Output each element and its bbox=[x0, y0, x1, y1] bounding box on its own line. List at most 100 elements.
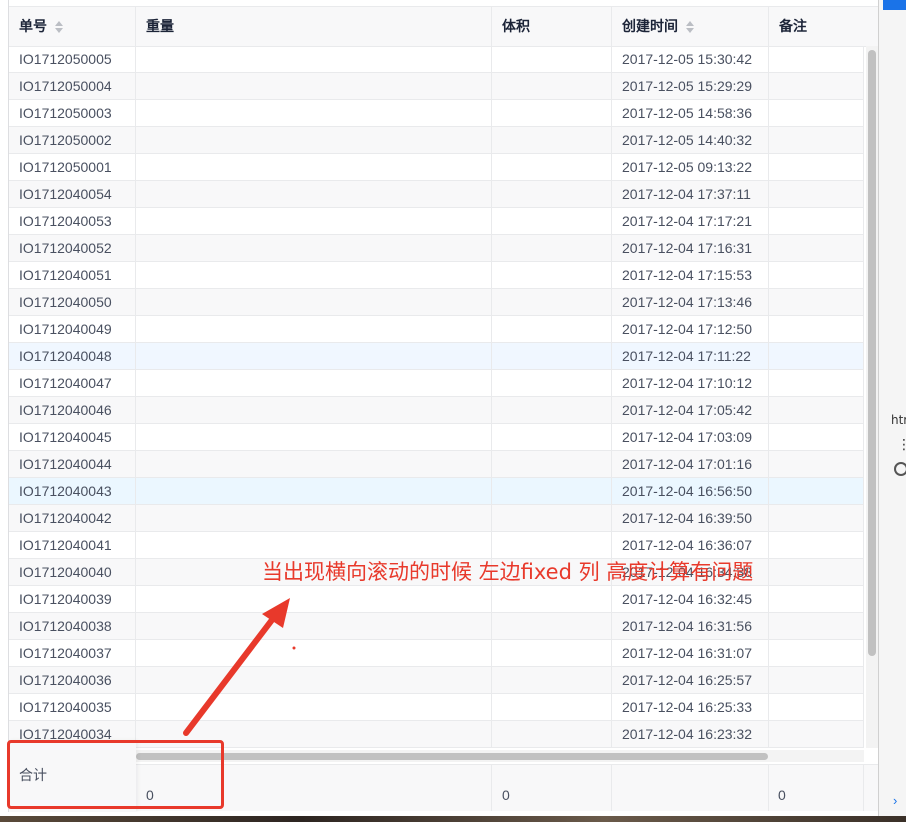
vertical-scrollbar[interactable] bbox=[866, 46, 878, 748]
cell-created-time: 2017-12-05 15:29:29 bbox=[612, 73, 769, 99]
cell-id: IO1712040049 bbox=[9, 316, 136, 342]
cell-volume bbox=[492, 73, 612, 99]
cell-remark bbox=[769, 127, 864, 153]
table-row[interactable]: IO1712050003 2017-12-05 14:58:36 bbox=[9, 100, 864, 127]
devtools-tab-label[interactable]: htr bbox=[891, 413, 906, 427]
table-row[interactable]: IO1712040044 2017-12-04 17:01:16 bbox=[9, 451, 864, 478]
cell-weight bbox=[136, 343, 492, 369]
table-row[interactable]: IO1712040046 2017-12-04 17:05:42 bbox=[9, 397, 864, 424]
horizontal-scrollbar[interactable] bbox=[136, 750, 864, 762]
table-row[interactable]: IO1712040041 2017-12-04 16:36:07 bbox=[9, 532, 864, 559]
column-header-created-time[interactable]: 创建时间 bbox=[612, 7, 769, 46]
desktop-background-strip bbox=[0, 816, 906, 822]
cell-volume bbox=[492, 46, 612, 72]
table-row[interactable]: IO1712040038 2017-12-04 16:31:56 bbox=[9, 613, 864, 640]
column-header-volume: 体积 bbox=[492, 7, 612, 46]
cell-remark bbox=[769, 46, 864, 72]
cell-remark bbox=[769, 100, 864, 126]
table-row[interactable]: IO1712040054 2017-12-04 17:37:11 bbox=[9, 181, 864, 208]
cell-weight bbox=[136, 532, 492, 558]
column-header-id[interactable]: 单号 bbox=[9, 7, 136, 46]
cell-volume bbox=[492, 478, 612, 504]
cell-weight bbox=[136, 46, 492, 72]
block-icon[interactable] bbox=[894, 462, 906, 476]
summary-cell bbox=[492, 765, 612, 811]
cell-volume bbox=[492, 154, 612, 180]
cell-volume bbox=[492, 586, 612, 612]
table-row[interactable]: IO1712040047 2017-12-04 17:10:12 bbox=[9, 370, 864, 397]
column-header-label: 备注 bbox=[779, 18, 807, 34]
cell-id: IO1712040045 bbox=[9, 424, 136, 450]
sort-icon[interactable] bbox=[686, 20, 694, 33]
cell-remark bbox=[769, 613, 864, 639]
cell-id: IO1712050001 bbox=[9, 154, 136, 180]
cell-volume bbox=[492, 208, 612, 234]
cell-remark bbox=[769, 154, 864, 180]
cell-id: IO1712040053 bbox=[9, 208, 136, 234]
cell-weight bbox=[136, 73, 492, 99]
annotation-highlight-box bbox=[7, 740, 224, 809]
table-row[interactable]: IO1712040042 2017-12-04 16:39:50 bbox=[9, 505, 864, 532]
table-row[interactable]: IO1712040051 2017-12-04 17:15:53 bbox=[9, 262, 864, 289]
cell-weight bbox=[136, 100, 492, 126]
cell-created-time: 2017-12-04 17:10:12 bbox=[612, 370, 769, 396]
cell-id: IO1712040050 bbox=[9, 289, 136, 315]
cell-volume bbox=[492, 181, 612, 207]
cell-created-time: 2017-12-05 15:30:42 bbox=[612, 46, 769, 72]
cell-weight bbox=[136, 154, 492, 180]
more-icon[interactable]: ⋮ bbox=[897, 436, 906, 453]
cell-weight bbox=[136, 262, 492, 288]
table-row[interactable]: IO1712040053 2017-12-04 17:17:21 bbox=[9, 208, 864, 235]
cell-id: IO1712040043 bbox=[9, 478, 136, 504]
table-body: IO1712050005 2017-12-05 15:30:42 IO1712050… bbox=[9, 46, 864, 748]
table-row[interactable]: IO1712050001 2017-12-05 09:13:22 bbox=[9, 154, 864, 181]
table-row[interactable]: IO1712050005 2017-12-05 15:30:42 bbox=[9, 46, 864, 73]
cell-created-time: 2017-12-05 14:58:36 bbox=[612, 100, 769, 126]
cell-volume bbox=[492, 424, 612, 450]
cell-weight bbox=[136, 505, 492, 531]
cell-volume bbox=[492, 262, 612, 288]
cell-remark bbox=[769, 343, 864, 369]
table-row[interactable]: IO1712050004 2017-12-05 15:29:29 bbox=[9, 73, 864, 100]
cell-id: IO1712050002 bbox=[9, 127, 136, 153]
column-header-remark: 备注 bbox=[769, 7, 879, 46]
cell-volume bbox=[492, 532, 612, 558]
cell-volume bbox=[492, 289, 612, 315]
cell-created-time: 2017-12-04 16:25:33 bbox=[612, 694, 769, 720]
cell-id: IO1712040054 bbox=[9, 181, 136, 207]
cell-id: IO1712040040 bbox=[9, 559, 136, 585]
table-row[interactable]: IO1712040050 2017-12-04 17:13:46 bbox=[9, 289, 864, 316]
cell-weight bbox=[136, 613, 492, 639]
vertical-scrollbar-thumb[interactable] bbox=[868, 50, 876, 656]
table-row[interactable]: IO1712040039 2017-12-04 16:32:45 bbox=[9, 586, 864, 613]
table-row[interactable]: IO1712040035 2017-12-04 16:25:33 bbox=[9, 694, 864, 721]
table-row[interactable]: IO1712040049 2017-12-04 17:12:50 bbox=[9, 316, 864, 343]
horizontal-scrollbar-thumb[interactable] bbox=[136, 753, 768, 760]
table-row[interactable]: IO1712050002 2017-12-05 14:40:32 bbox=[9, 127, 864, 154]
cell-volume bbox=[492, 694, 612, 720]
cell-remark bbox=[769, 721, 864, 747]
cell-remark bbox=[769, 667, 864, 693]
column-header-weight: 重量 bbox=[136, 7, 492, 46]
console-prompt-icon[interactable]: › bbox=[893, 793, 897, 808]
table-row[interactable]: IO1712040045 2017-12-04 17:03:09 bbox=[9, 424, 864, 451]
cell-volume bbox=[492, 721, 612, 747]
cell-remark bbox=[769, 424, 864, 450]
cell-weight bbox=[136, 235, 492, 261]
cell-created-time: 2017-12-04 16:31:56 bbox=[612, 613, 769, 639]
cell-volume bbox=[492, 370, 612, 396]
table-row[interactable]: IO1712040037 2017-12-04 16:31:07 bbox=[9, 640, 864, 667]
cell-created-time: 2017-12-04 16:39:50 bbox=[612, 505, 769, 531]
devtools-tab-indicator bbox=[883, 0, 906, 10]
table-row[interactable]: IO1712040048 2017-12-04 17:11:22 bbox=[9, 343, 864, 370]
cell-created-time: 2017-12-04 17:17:21 bbox=[612, 208, 769, 234]
cell-volume bbox=[492, 235, 612, 261]
sort-icon[interactable] bbox=[55, 20, 63, 33]
cell-created-time: 2017-12-04 16:31:07 bbox=[612, 640, 769, 666]
table-row[interactable]: IO1712040052 2017-12-04 17:16:31 bbox=[9, 235, 864, 262]
table-row[interactable]: IO1712040043 2017-12-04 16:56:50 bbox=[9, 478, 864, 505]
cell-created-time: 2017-12-04 17:01:16 bbox=[612, 451, 769, 477]
cell-weight bbox=[136, 370, 492, 396]
cell-created-time: 2017-12-05 14:40:32 bbox=[612, 127, 769, 153]
table-row[interactable]: IO1712040036 2017-12-04 16:25:57 bbox=[9, 667, 864, 694]
